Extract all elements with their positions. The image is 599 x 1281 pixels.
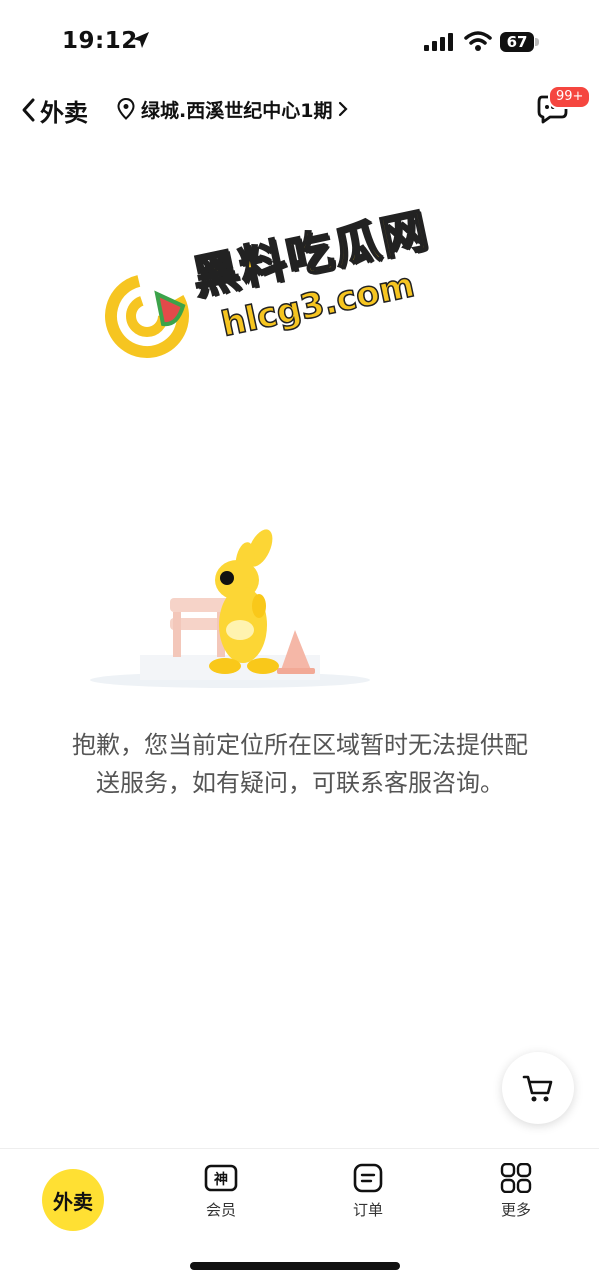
cart-icon [522,1075,553,1102]
member-icon: 神 [204,1164,238,1192]
cart-button[interactable] [502,1052,574,1124]
order-icon [353,1163,383,1193]
tab-takeout-label: 外卖 [53,1189,93,1214]
wifi-icon [464,31,492,51]
message-line-1: 抱歉，您当前定位所在区域暂时无法提供配 [72,731,528,759]
message-badge: 99+ [548,85,592,109]
map-pin-icon [117,98,135,120]
service-unavailable-message: 抱歉，您当前定位所在区域暂时无法提供配 送服务，如有疑问，可联系客服咨询。 [30,726,570,802]
battery-tip [535,38,539,46]
nav-bar: 外卖 绿城.西溪世纪中心1期 99+ [0,85,599,132]
chevron-left-icon [22,98,35,122]
location-arrow-icon [133,32,149,48]
status-time: 19:12 [62,28,138,54]
status-bar: 19:12 67 [0,0,599,86]
battery-indicator: 67 [500,32,534,52]
grid-icon [500,1162,532,1194]
watermark-logo-icon [105,274,189,358]
kangaroo-mascot-illustration [90,529,370,688]
page-title: 外卖 [40,98,88,127]
address-text: 绿城.西溪世纪中心1期 [141,99,333,122]
tab-more-label: 更多 [500,1201,531,1219]
address-selector[interactable]: 绿城.西溪世纪中心1期 [117,94,349,124]
tab-member[interactable]: 神 会员 [181,1163,261,1220]
home-indicator [190,1262,400,1270]
tab-orders[interactable]: 订单 [328,1163,408,1220]
message-line-2: 送服务，如有疑问，可联系客服咨询。 [96,769,504,797]
cellular-signal-icon [424,33,453,51]
watermark: 黑料吃瓜网 hlcg3.com [105,202,435,360]
chevron-right-icon [339,101,349,117]
svg-text:神: 神 [214,1171,228,1188]
tab-more[interactable]: 更多 [476,1162,556,1220]
tab-orders-label: 订单 [352,1201,383,1219]
tab-takeout[interactable]: 外卖 [42,1169,104,1231]
tab-member-label: 会员 [205,1201,236,1219]
back-button[interactable]: 外卖 [20,90,88,130]
